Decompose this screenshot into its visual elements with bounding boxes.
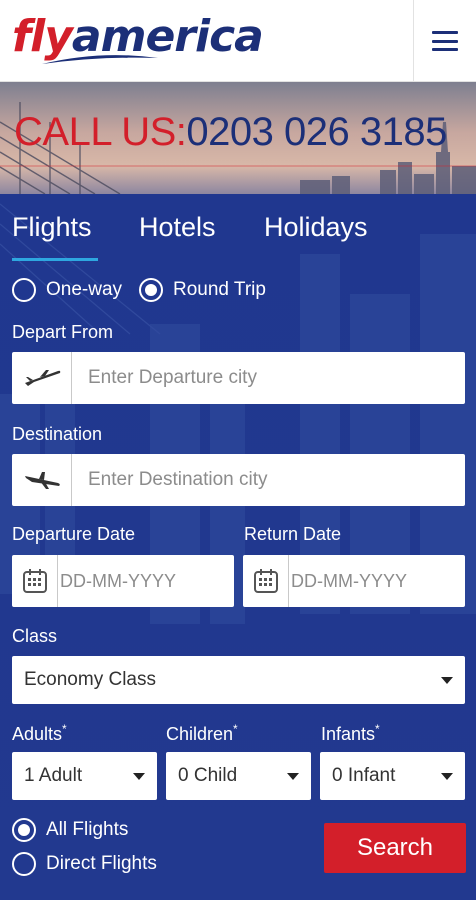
adults-select[interactable]: 1 Adult	[12, 752, 157, 800]
chevron-down-icon	[133, 772, 145, 780]
adults-selected-value: 1 Adult	[24, 765, 83, 786]
logo-swoosh-icon	[42, 55, 158, 64]
plane-landing-icon	[12, 454, 72, 506]
departure-date-input[interactable]: DD-MM-YYYY	[12, 555, 234, 607]
calendar-icon	[243, 555, 289, 607]
class-selected-value: Economy Class	[24, 669, 156, 690]
radio-circle-selected	[12, 818, 36, 842]
depart-from-placeholder: Enter Departure city	[88, 367, 257, 388]
class-select[interactable]: Economy Class	[12, 656, 465, 704]
one-way-label: One-way	[46, 279, 123, 300]
calendar-icon	[12, 555, 58, 607]
destination-label: Destination	[12, 424, 103, 444]
all-flights-label: All Flights	[46, 819, 129, 840]
destination-placeholder: Enter Destination city	[88, 469, 268, 490]
children-label: Children*	[166, 722, 238, 744]
call-us-label: CALL US:	[14, 110, 187, 154]
phone-number: 0203 026 3185	[186, 110, 447, 154]
radio-circle	[12, 852, 36, 876]
search-form-panel: Flights Hotels Holidays One-way Round Tr…	[0, 194, 476, 900]
direct-flights-label: Direct Flights	[46, 853, 157, 874]
chevron-down-icon	[441, 772, 453, 780]
destination-input[interactable]: Enter Destination city	[12, 454, 465, 506]
depart-from-input[interactable]: Enter Departure city	[12, 352, 465, 404]
call-us-banner: CALL US:0203 026 3185	[0, 82, 476, 194]
round-trip-radio[interactable]: Round Trip	[139, 278, 266, 302]
app-header: flyamerica	[0, 0, 476, 82]
hamburger-menu-button[interactable]	[414, 0, 476, 82]
return-date-label: Return Date	[244, 524, 342, 544]
infants-select[interactable]: 0 Infant	[320, 752, 465, 800]
chevron-down-icon	[287, 772, 299, 780]
round-trip-label: Round Trip	[173, 279, 266, 300]
children-select[interactable]: 0 Child	[166, 752, 311, 800]
tab-holidays[interactable]: Holidays	[264, 212, 368, 243]
return-date-placeholder: DD-MM-YYYY	[291, 570, 407, 591]
hamburger-menu-icon	[432, 31, 458, 51]
chevron-down-icon	[441, 676, 453, 684]
one-way-radio[interactable]: One-way	[12, 278, 122, 302]
tab-flights[interactable]: Flights	[12, 212, 98, 261]
radio-circle-selected	[139, 278, 163, 302]
departure-date-placeholder: DD-MM-YYYY	[60, 570, 176, 591]
all-flights-radio[interactable]: All Flights	[12, 818, 128, 842]
class-label: Class	[12, 626, 58, 646]
radio-circle	[12, 278, 36, 302]
depart-from-label: Depart From	[12, 322, 114, 342]
plane-takeoff-icon	[12, 352, 72, 404]
call-us-phone[interactable]: CALL US:0203 026 3185	[14, 108, 447, 156]
infants-label: Infants*	[321, 722, 380, 744]
adults-label: Adults*	[12, 722, 67, 744]
children-selected-value: 0 Child	[178, 765, 238, 786]
tab-hotels[interactable]: Hotels	[139, 212, 216, 243]
return-date-input[interactable]: DD-MM-YYYY	[243, 555, 465, 607]
departure-date-label: Departure Date	[12, 524, 136, 544]
search-button[interactable]: Search	[324, 823, 466, 873]
infants-selected-value: 0 Infant	[332, 765, 396, 786]
direct-flights-radio[interactable]: Direct Flights	[12, 852, 157, 876]
